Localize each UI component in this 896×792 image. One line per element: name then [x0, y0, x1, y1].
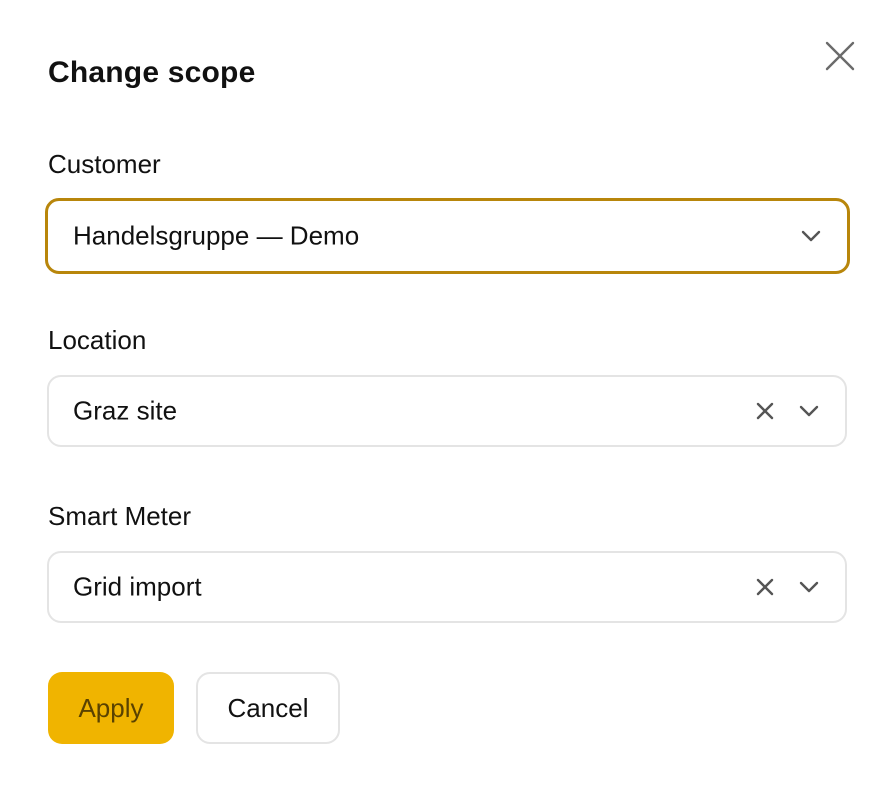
clear-icon [756, 402, 774, 420]
customer-select[interactable]: Handelsgruppe — Demo [45, 198, 850, 274]
smart-meter-select[interactable]: Grid import [47, 551, 847, 623]
customer-value: Handelsgruppe — Demo [73, 220, 360, 251]
close-button[interactable] [816, 36, 864, 76]
location-label: Location [48, 325, 147, 355]
apply-button[interactable]: Apply [48, 672, 174, 744]
change-scope-dialog: Change scope Customer Handelsgruppe — De… [0, 0, 896, 792]
chevron-down-icon [797, 399, 821, 423]
dialog-title: Change scope [48, 56, 256, 89]
location-clear-button[interactable] [753, 399, 777, 423]
location-value: Graz site [73, 395, 178, 426]
smart-meter-value: Grid import [73, 571, 202, 602]
location-select[interactable]: Graz site [47, 375, 847, 447]
chevron-down-icon [797, 575, 821, 599]
close-icon [825, 41, 855, 71]
clear-icon [756, 578, 774, 596]
smart-meter-clear-button[interactable] [753, 575, 777, 599]
cancel-button[interactable]: Cancel [196, 672, 340, 744]
chevron-down-icon [799, 224, 823, 248]
smart-meter-label: Smart Meter [48, 501, 192, 531]
customer-label: Customer [48, 149, 161, 179]
